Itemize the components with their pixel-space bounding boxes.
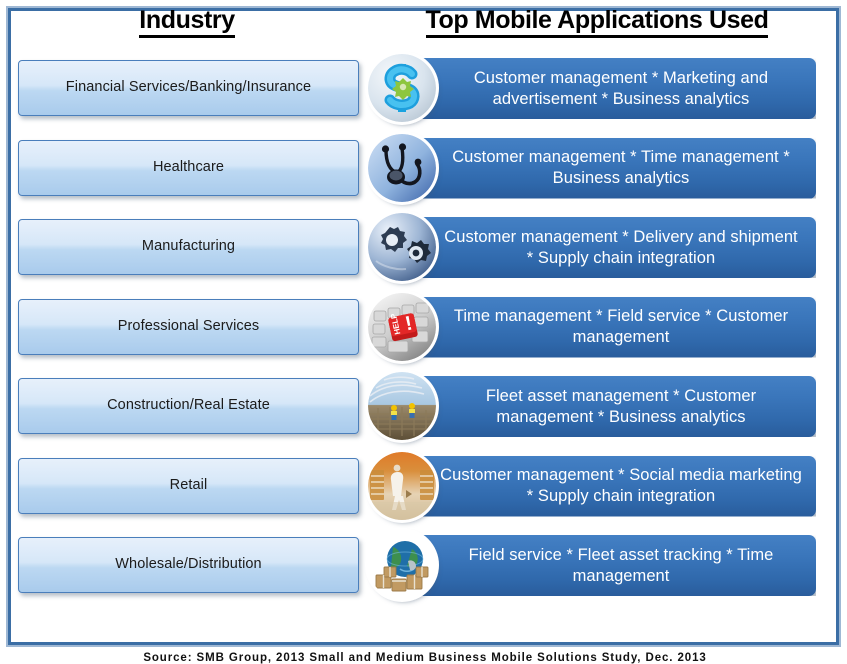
industry-row: Professional Services Time management * F… (0, 289, 847, 369)
globe-packages-icon (368, 531, 436, 599)
header-industry: Industry (12, 6, 362, 38)
header-industry-label: Industry (139, 6, 235, 38)
source-citation: Source: SMB Group, 2013 Small and Medium… (143, 652, 707, 664)
column-headers: Industry Top Mobile Applications Used (0, 6, 847, 46)
globe-packages-icon-wrapper (368, 531, 436, 599)
stethoscope-icon (368, 133, 436, 202)
header-applications-label: Top Mobile Applications Used (425, 6, 769, 38)
keyboard-help-key-icon: HELP ! (368, 292, 436, 361)
industry-row: Healthcare Customer management * Time man… (0, 130, 847, 210)
industry-box-2[interactable]: Healthcare (18, 139, 359, 196)
apps-banner-1[interactable]: Customer management * Marketing and adve… (406, 58, 816, 119)
industry-row: Manufacturing Customer management * Deliv… (0, 209, 847, 289)
apps-text: Time management * Field service * Custom… (453, 307, 789, 346)
industry-box-3[interactable]: Manufacturing (18, 219, 359, 275)
apps-text: Customer management * Delivery and shipm… (444, 227, 798, 267)
apps-banner-4[interactable]: Time management * Field service * Custom… (406, 296, 816, 358)
construction-site-icon (368, 372, 436, 440)
industry-row: Financial Services/Banking/Insurance Cust… (0, 50, 847, 130)
industry-box-7[interactable]: Wholesale/Distribution (18, 537, 359, 593)
industry-label: Manufacturing (141, 238, 236, 255)
apps-banner-2[interactable]: Customer management * Time management * … (406, 137, 816, 199)
industry-label: Wholesale/Distribution (115, 556, 262, 573)
gears-icon (368, 213, 436, 281)
apps-text: Customer management * Marketing and adve… (473, 68, 769, 108)
keyboard-help-key-icon-wrapper: HELP ! (368, 292, 436, 361)
header-applications: Top Mobile Applications Used (372, 6, 822, 38)
industry-label: Financial Services/Banking/Insurance (65, 79, 312, 96)
gears-icon-wrapper (368, 213, 436, 281)
industry-label: Construction/Real Estate (107, 397, 270, 414)
industry-box-5[interactable]: Construction/Real Estate (18, 378, 359, 434)
apps-text: Fleet asset management * Customer manage… (485, 386, 757, 426)
industry-box-1[interactable]: Financial Services/Banking/Insurance (18, 60, 359, 116)
apps-banner-7[interactable]: Field service * Fleet asset tracking * T… (406, 535, 816, 596)
retail-store-icon (368, 451, 436, 520)
apps-banner-5[interactable]: Fleet asset management * Customer manage… (406, 376, 816, 437)
industry-box-6[interactable]: Retail (18, 457, 359, 514)
apps-text: Customer management * Time management * … (452, 148, 790, 187)
industry-row: Wholesale/Distribution Field service * Fl… (0, 527, 847, 607)
industry-label: Healthcare (152, 158, 225, 175)
dollar-sign-icon (368, 54, 436, 122)
apps-text: Field service * Fleet asset tracking * T… (468, 545, 774, 585)
apps-banner-3[interactable]: Customer management * Delivery and shipm… (406, 217, 816, 278)
industry-row: Construction/Real Estate Fleet asset mana… (0, 368, 847, 448)
industry-rows: Financial Services/Banking/Insurance Cust… (0, 50, 847, 607)
industry-label: Professional Services (117, 317, 260, 334)
retail-store-icon-wrapper (368, 451, 436, 520)
apps-banner-6[interactable]: Customer management * Social media marke… (406, 455, 816, 517)
construction-site-icon-wrapper (368, 372, 436, 440)
stethoscope-icon-wrapper (368, 133, 436, 202)
industry-label: Retail (169, 476, 208, 493)
industry-row: Retail Customer management * Social media… (0, 448, 847, 528)
apps-text: Customer management * Social media marke… (440, 466, 802, 505)
dollar-sign-icon-wrapper (368, 54, 436, 122)
industry-box-4[interactable]: Professional Services (18, 298, 359, 355)
